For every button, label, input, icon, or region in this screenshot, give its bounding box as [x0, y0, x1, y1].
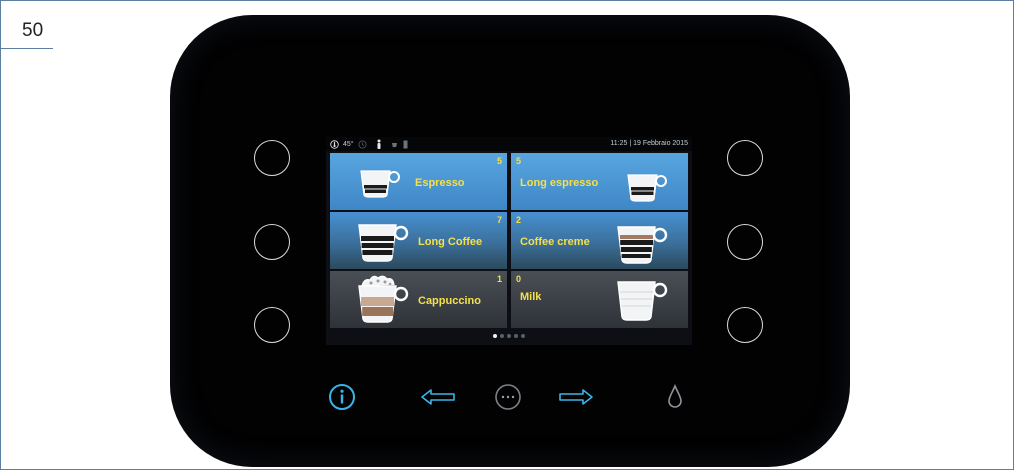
beverage-tile-cappuccino[interactable]: 1 Cappuccino: [330, 271, 507, 328]
right-button-1[interactable]: [727, 140, 763, 176]
clock-icon: [358, 140, 367, 148]
beverage-tile-long-espresso[interactable]: 5 Long espresso: [511, 153, 688, 210]
container-icon: [403, 140, 408, 148]
beverage-label: Coffee creme: [520, 236, 590, 248]
beverage-tile-milk[interactable]: 0 Milk: [511, 271, 688, 328]
cup-status-icon: [391, 143, 397, 147]
long-espresso-cup-icon: [627, 174, 667, 202]
beverage-count: 5: [516, 156, 522, 166]
beverage-tile-espresso[interactable]: 5 Espresso: [330, 153, 507, 210]
arrow-left-icon[interactable]: [420, 388, 458, 406]
water-drop-icon[interactable]: [666, 384, 684, 410]
long-coffee-cup-icon: [358, 224, 409, 262]
beverage-count: 5: [496, 156, 502, 166]
left-button-2[interactable]: [254, 224, 290, 260]
beverage-label: Espresso: [415, 177, 465, 189]
left-button-3[interactable]: [254, 307, 290, 343]
arrow-right-icon[interactable]: [556, 388, 594, 406]
beverage-label: Milk: [520, 291, 542, 303]
page-number: 50: [22, 20, 44, 41]
thermometer-icon: [330, 139, 339, 149]
left-button-1[interactable]: [254, 140, 290, 176]
display-screen: 45° 11:25 | 19 Febbraio 2015 5 Espresso …: [326, 137, 692, 345]
status-datetime: 11:25 | 19 Febbraio 2015: [610, 140, 688, 147]
beverage-count: 2: [516, 215, 522, 225]
person-icon: [377, 139, 381, 149]
info-icon[interactable]: [328, 383, 356, 411]
temperature-value: 45°: [343, 140, 354, 148]
beverage-label: Cappuccino: [418, 295, 481, 307]
coffee-creme-cup-icon: [617, 226, 668, 264]
beverage-count: 7: [496, 215, 502, 225]
right-button-2[interactable]: [727, 224, 763, 260]
cappuccino-cup-icon: [358, 275, 409, 323]
espresso-cup-icon: [360, 170, 400, 198]
beverage-tile-coffee-creme[interactable]: 2 Coffee creme: [511, 212, 688, 269]
beverage-label: Long espresso: [520, 177, 599, 189]
page-dot[interactable]: [500, 334, 504, 338]
more-icon[interactable]: [494, 383, 522, 411]
beverage-tile-long-coffee[interactable]: 7 Long Coffee: [330, 212, 507, 269]
beverage-count: 1: [496, 274, 502, 284]
status-bar: 45° 11:25 | 19 Febbraio 2015: [326, 137, 692, 151]
page-dot[interactable]: [507, 334, 511, 338]
page-dot[interactable]: [493, 334, 497, 338]
beverage-count: 0: [516, 274, 522, 284]
beverage-grid: 5 Espresso 5 Long espresso 7 Long Coffee…: [330, 153, 688, 329]
page-indicator: [326, 334, 692, 338]
milk-cup-icon: [617, 281, 668, 321]
page-number-rule: [0, 48, 53, 49]
beverage-label: Long Coffee: [418, 236, 483, 248]
page-dot[interactable]: [521, 334, 525, 338]
right-button-3[interactable]: [727, 307, 763, 343]
page-dot[interactable]: [514, 334, 518, 338]
